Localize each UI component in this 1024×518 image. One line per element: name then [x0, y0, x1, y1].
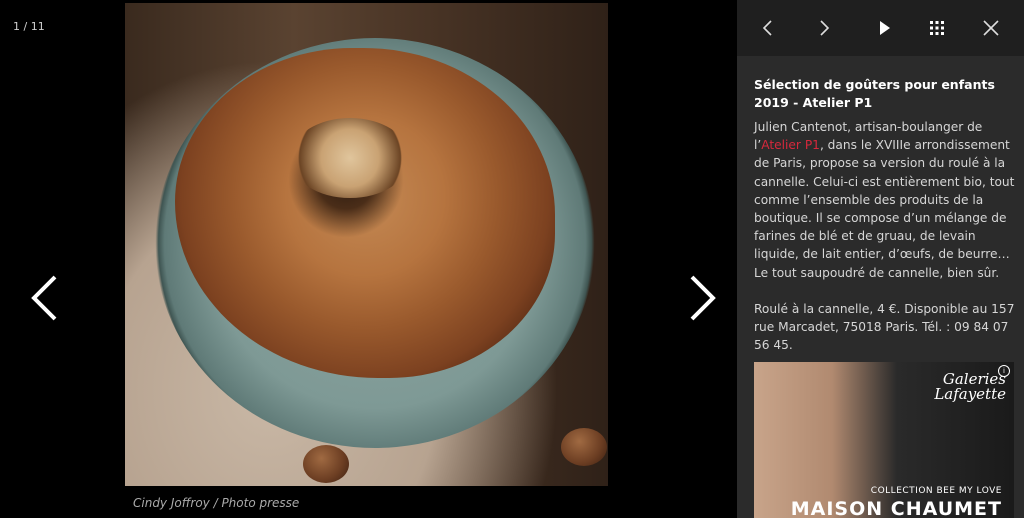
previous-button[interactable] — [754, 14, 782, 42]
side-panel: Sélection de goûters pour enfants 2019 -… — [737, 0, 1024, 518]
hazelnut — [561, 428, 607, 466]
ad-brand-logo: Galeries Lafayette — [934, 372, 1006, 402]
slide-counter: 1 / 11 — [13, 20, 45, 33]
hazelnut — [303, 445, 349, 483]
description-paragraph: Julien Cantenot, artisan-boulanger de l’… — [754, 118, 1016, 282]
slide-title: Sélection de goûters pour enfants 2019 -… — [754, 77, 995, 110]
next-slide-button[interactable] — [683, 272, 723, 324]
ad-brand-line: Lafayette — [934, 385, 1006, 403]
product-info-paragraph: Roulé à la cannelle, 4 €. Disponible au … — [754, 301, 1015, 353]
paragraph-text: , dans le XVIIIe arrondissement de Paris… — [754, 138, 1015, 280]
chevron-left-icon — [31, 275, 57, 321]
ad-headline: MAISON CHAUMET — [790, 498, 1002, 518]
play-icon — [880, 21, 890, 35]
close-button[interactable] — [977, 14, 1005, 42]
atelier-p1-link[interactable]: Atelier P1 — [761, 138, 820, 152]
grid-icon — [930, 21, 944, 35]
grid-view-button[interactable] — [923, 14, 951, 42]
chevron-right-icon — [690, 275, 716, 321]
previous-slide-button[interactable] — [24, 272, 64, 324]
slide-description: Sélection de goûters pour enfants 2019 -… — [754, 76, 1016, 372]
slideshow-viewer: 1 / 11 Cindy Joffroy / Photo presse — [0, 0, 737, 518]
close-icon — [983, 20, 999, 36]
chevron-left-icon — [762, 20, 772, 36]
chevron-right-icon — [820, 20, 830, 36]
next-button[interactable] — [810, 14, 838, 42]
photo-caption: Cindy Joffroy / Photo presse — [133, 496, 300, 510]
ad-subtitle: COLLECTION BEE MY LOVE — [870, 486, 1002, 496]
toolbar — [737, 0, 1024, 56]
advertisement-banner[interactable]: i Galeries Lafayette COLLECTION BEE MY L… — [754, 362, 1014, 518]
slide-photo — [125, 3, 608, 486]
play-button[interactable] — [870, 14, 898, 42]
hazelnuts — [290, 118, 410, 198]
